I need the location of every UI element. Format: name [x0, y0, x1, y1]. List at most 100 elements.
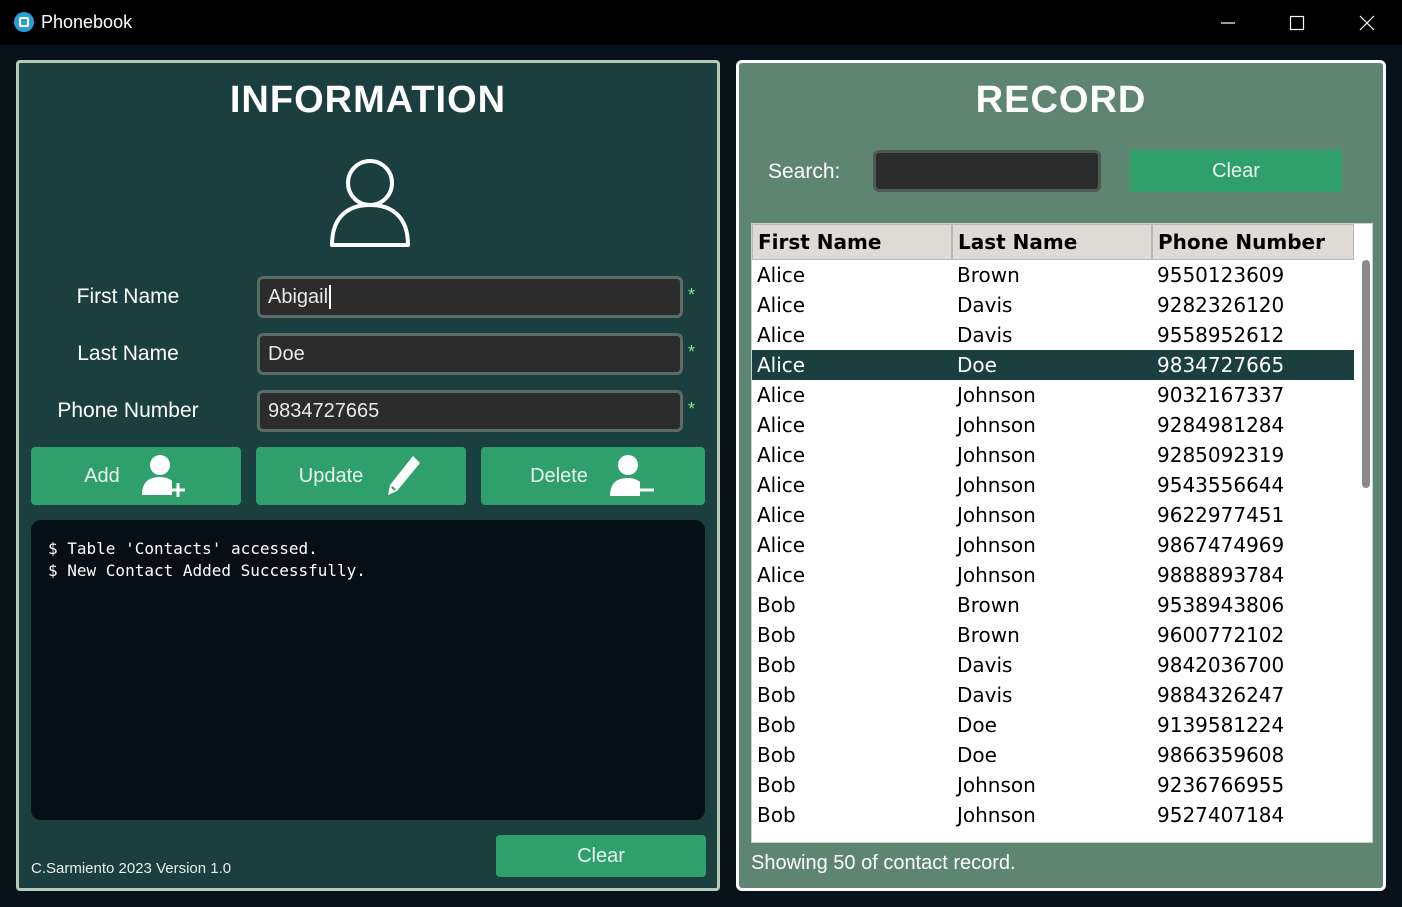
table-row[interactable]: Alice Johnson 9888893784	[752, 560, 1354, 590]
first-name-value: Abigail	[268, 285, 329, 308]
table-row[interactable]: Alice Johnson 9032167337	[752, 380, 1354, 410]
table-row[interactable]: Bob Brown 9538943806	[752, 590, 1354, 620]
cell-first-name: Bob	[757, 713, 796, 737]
cell-last-name: Doe	[957, 713, 997, 737]
pen-icon	[388, 456, 421, 495]
cell-phone-number: 9842036700	[1157, 653, 1285, 677]
cell-last-name: Doe	[957, 353, 997, 377]
cell-last-name: Brown	[957, 623, 1020, 647]
cell-last-name: Johnson	[957, 533, 1036, 557]
table-row[interactable]: Bob Doe 9139581224	[752, 710, 1354, 740]
maximize-button[interactable]	[1262, 0, 1332, 45]
phone-number-input[interactable]: 9834727665	[257, 390, 683, 432]
record-count-status: Showing 50 of contact record.	[751, 852, 1016, 874]
close-button[interactable]	[1332, 0, 1402, 45]
cell-last-name: Brown	[957, 263, 1020, 287]
cell-first-name: Alice	[757, 353, 806, 377]
search-input[interactable]	[873, 150, 1101, 192]
minimize-button[interactable]	[1193, 0, 1263, 45]
scrollbar-thumb[interactable]	[1362, 260, 1370, 488]
cell-first-name: Alice	[757, 293, 806, 317]
cell-first-name: Alice	[757, 323, 806, 347]
cell-phone-number: 9139581224	[1157, 713, 1285, 737]
cell-last-name: Davis	[957, 323, 1013, 347]
column-header-phone-number[interactable]: Phone Number	[1152, 224, 1354, 260]
cell-phone-number: 9867474969	[1157, 533, 1285, 557]
table-body: Alice Brown 9550123609 Alice Davis 9282326120…	[752, 260, 1354, 830]
record-title: RECORD	[975, 79, 1147, 121]
text-cursor	[329, 285, 332, 309]
cell-phone-number: 9527407184	[1157, 803, 1285, 827]
cell-phone-number: 9032167337	[1157, 383, 1285, 407]
table-row[interactable]: Bob Davis 9842036700	[752, 650, 1354, 680]
table-row[interactable]: Alice Johnson 9543556644	[752, 470, 1354, 500]
window-title: Phonebook	[41, 12, 133, 32]
cell-phone-number: 9538943806	[1157, 593, 1285, 617]
last-name-label: Last Name	[77, 342, 179, 365]
cell-last-name: Johnson	[957, 413, 1036, 437]
cell-first-name: Alice	[757, 443, 806, 467]
cell-first-name: Alice	[757, 473, 806, 497]
last-name-required-marker: *	[688, 342, 696, 362]
minimize-icon	[1221, 21, 1235, 24]
console-output: $ Table 'Contacts' accessed. $ New Conta…	[31, 520, 705, 820]
update-button[interactable]: Update	[256, 447, 466, 505]
column-header-first-name[interactable]: First Name	[752, 224, 952, 260]
cell-last-name: Johnson	[957, 443, 1036, 467]
cell-phone-number: 9834727665	[1157, 353, 1285, 377]
cell-phone-number: 9282326120	[1157, 293, 1285, 317]
table-row[interactable]: Bob Davis 9884326247	[752, 680, 1354, 710]
cell-last-name: Johnson	[957, 473, 1036, 497]
cell-first-name: Bob	[757, 773, 796, 797]
console-line: $ Table 'Contacts' accessed.	[48, 539, 318, 558]
delete-button[interactable]: Delete	[481, 447, 705, 505]
cell-phone-number: 9866359608	[1157, 743, 1285, 767]
first-name-label: First Name	[76, 285, 180, 308]
table-row[interactable]: Alice Davis 9282326120	[752, 290, 1354, 320]
table-row[interactable]: Alice Brown 9550123609	[752, 260, 1354, 290]
table-row[interactable]: Alice Johnson 9867474969	[752, 530, 1354, 560]
table-row[interactable]: Bob Doe 9866359608	[752, 740, 1354, 770]
table-row[interactable]: Alice Johnson 9284981284	[752, 410, 1354, 440]
cell-last-name: Johnson	[957, 563, 1036, 587]
update-button-label: Update	[298, 464, 364, 487]
last-name-input[interactable]: Doe	[257, 333, 683, 375]
cell-first-name: Alice	[757, 533, 806, 557]
table-row[interactable]: Alice Doe 9834727665	[752, 350, 1354, 380]
table-row[interactable]: Alice Davis 9558952612	[752, 320, 1354, 350]
cell-phone-number: 9888893784	[1157, 563, 1285, 587]
console-line: $ New Contact Added Successfully.	[48, 561, 366, 580]
cell-last-name: Brown	[957, 593, 1020, 617]
cell-first-name: Bob	[757, 653, 796, 677]
cell-phone-number: 9285092319	[1157, 443, 1285, 467]
app-icon	[14, 12, 34, 32]
clear-form-button[interactable]: Clear	[496, 835, 706, 877]
table-scrollbar[interactable]	[1358, 260, 1372, 842]
contacts-table: First Name Last Name Phone Number Alice B…	[751, 223, 1373, 843]
cell-phone-number: 9622977451	[1157, 503, 1285, 527]
delete-button-label: Delete	[530, 464, 588, 487]
table-row[interactable]: Bob Brown 9600772102	[752, 620, 1354, 650]
cell-last-name: Johnson	[957, 803, 1036, 827]
cell-phone-number: 9550123609	[1157, 263, 1285, 287]
cell-first-name: Bob	[757, 623, 796, 647]
column-header-last-name[interactable]: Last Name	[952, 224, 1152, 260]
cell-phone-number: 9284981284	[1157, 413, 1285, 437]
table-row[interactable]: Alice Johnson 9622977451	[752, 500, 1354, 530]
phonebook-window: Phonebook INFORMATION First Name Abigail…	[0, 0, 1402, 907]
cell-last-name: Davis	[957, 653, 1013, 677]
table-row[interactable]: Bob Johnson 9527407184	[752, 800, 1354, 830]
table-row[interactable]: Alice Johnson 9285092319	[752, 440, 1354, 470]
add-button[interactable]: Add	[31, 447, 241, 505]
cell-first-name: Bob	[757, 743, 796, 767]
table-row[interactable]: Bob Johnson 9236766955	[752, 770, 1354, 800]
phone-number-value: 9834727665	[268, 399, 380, 422]
user-plus-icon	[141, 455, 185, 497]
phone-number-label: Phone Number	[57, 399, 199, 422]
table-header: First Name Last Name Phone Number	[752, 224, 1354, 260]
cell-last-name: Davis	[957, 293, 1013, 317]
information-title: INFORMATION	[229, 79, 507, 121]
record-panel: RECORD Search: Clear First Name Last Nam…	[736, 60, 1386, 891]
clear-search-button[interactable]: Clear	[1130, 150, 1342, 192]
first-name-input[interactable]: Abigail	[257, 276, 683, 318]
